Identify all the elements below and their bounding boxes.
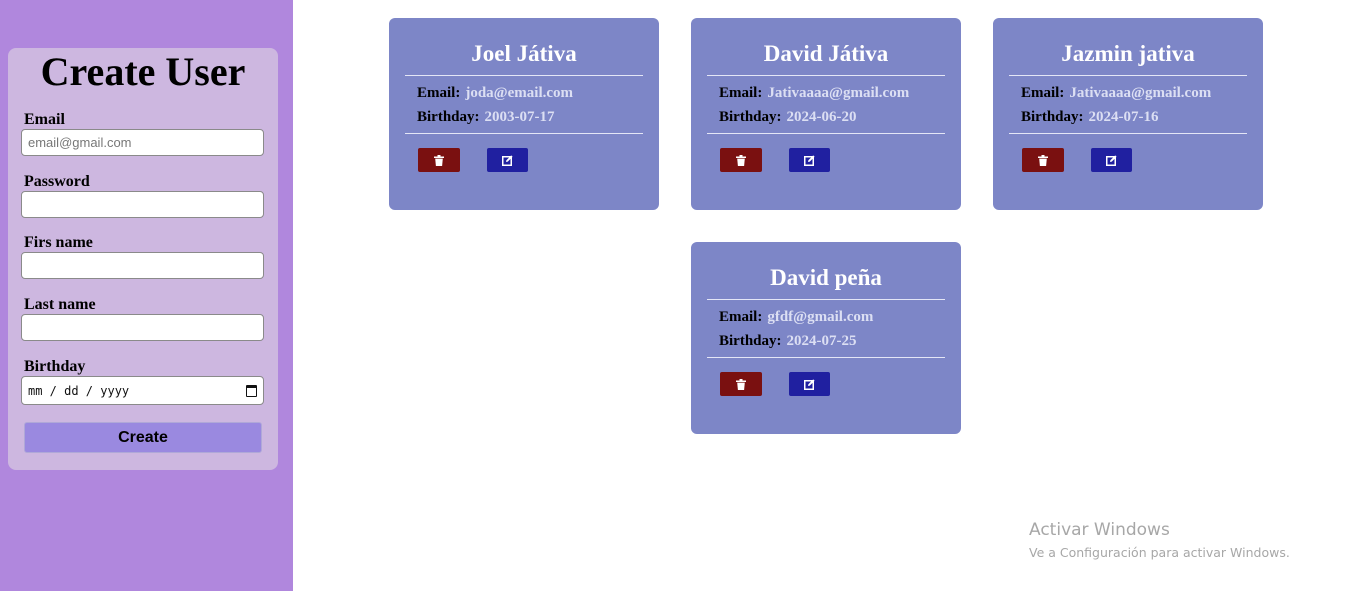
trash-icon (736, 378, 746, 390)
birthday-placeholder: mm / dd / yyyy (28, 383, 130, 398)
form-title: Create User (40, 49, 246, 94)
create-button[interactable]: Create (24, 422, 262, 453)
email-input[interactable] (21, 129, 264, 156)
email-value: joda@email.com (465, 85, 574, 101)
edit-button[interactable] (487, 148, 528, 172)
birthday-key: Birthday: (1021, 109, 1084, 125)
email-value: Jativaaaa@gmail.com (767, 85, 910, 101)
edit-icon (804, 154, 815, 166)
user-card: David peña Email: gfdf@gmail.com Birthday… (691, 242, 961, 434)
email-key: Email: (1021, 85, 1065, 101)
divider (405, 133, 643, 134)
birthday-key: Birthday: (719, 333, 782, 349)
sidebar: Create User Email Password Firs name Las… (0, 0, 293, 591)
trash-icon (434, 154, 444, 166)
birthday-value: 2003-07-17 (484, 109, 555, 125)
windows-activation-title: Activar Windows (1029, 520, 1170, 540)
user-name: Joel Játiva (471, 41, 577, 66)
user-name: David Játiva (763, 41, 889, 66)
user-card: David Játiva Email: Jativaaaa@gmail.com B… (691, 18, 961, 210)
birthday-key: Birthday: (719, 109, 782, 125)
email-key: Email: (719, 309, 763, 325)
birthday-row: Birthday: 2024-06-20 (719, 108, 857, 126)
trash-icon (1038, 154, 1048, 166)
first-name-input[interactable] (21, 252, 264, 279)
birthday-value: 2024-06-20 (786, 109, 857, 125)
birthday-row: Birthday: 2003-07-17 (417, 108, 555, 126)
delete-button[interactable] (418, 148, 460, 172)
email-row: Email: Jativaaaa@gmail.com (1021, 84, 1211, 102)
calendar-icon[interactable] (246, 384, 257, 397)
email-key: Email: (719, 85, 763, 101)
email-row: Email: joda@email.com (417, 84, 573, 102)
delete-button[interactable] (720, 372, 762, 396)
create-user-form: Create User Email Password Firs name Las… (8, 48, 278, 470)
delete-button[interactable] (1022, 148, 1064, 172)
email-key: Email: (417, 85, 461, 101)
edit-icon (1106, 154, 1117, 166)
divider (707, 133, 945, 134)
email-row: Email: gfdf@gmail.com (719, 308, 873, 326)
divider (1009, 133, 1247, 134)
edit-icon (804, 378, 815, 390)
windows-activation-subtitle: Ve a Configuración para activar Windows. (1029, 545, 1290, 560)
email-row: Email: Jativaaaa@gmail.com (719, 84, 909, 102)
edit-button[interactable] (1091, 148, 1132, 172)
birthday-value: 2024-07-16 (1088, 109, 1159, 125)
user-card: Joel Játiva Email: joda@email.com Birthda… (389, 18, 659, 210)
email-value: gfdf@gmail.com (767, 309, 874, 325)
email-label: Email (24, 111, 65, 128)
birthday-key: Birthday: (417, 109, 480, 125)
trash-icon (736, 154, 746, 166)
birthday-row: Birthday: 2024-07-25 (719, 332, 857, 350)
birthday-value: 2024-07-25 (786, 333, 857, 349)
divider (707, 75, 945, 76)
edit-button[interactable] (789, 148, 830, 172)
user-name: David peña (770, 265, 882, 290)
divider (1009, 75, 1247, 76)
birthday-row: Birthday: 2024-07-16 (1021, 108, 1159, 126)
user-name: Jazmin jativa (1061, 41, 1195, 66)
edit-button[interactable] (789, 372, 830, 396)
birthday-label: Birthday (24, 358, 86, 375)
email-value: Jativaaaa@gmail.com (1069, 85, 1212, 101)
password-label: Password (24, 173, 90, 190)
last-name-label: Last name (24, 296, 96, 313)
divider (707, 299, 945, 300)
password-input[interactable] (21, 191, 264, 218)
user-card: Jazmin jativa Email: Jativaaaa@gmail.com … (993, 18, 1263, 210)
first-name-label: Firs name (24, 234, 93, 251)
edit-icon (502, 154, 513, 166)
last-name-input[interactable] (21, 314, 264, 341)
delete-button[interactable] (720, 148, 762, 172)
birthday-input[interactable]: mm / dd / yyyy (21, 376, 264, 405)
divider (707, 357, 945, 358)
divider (405, 75, 643, 76)
